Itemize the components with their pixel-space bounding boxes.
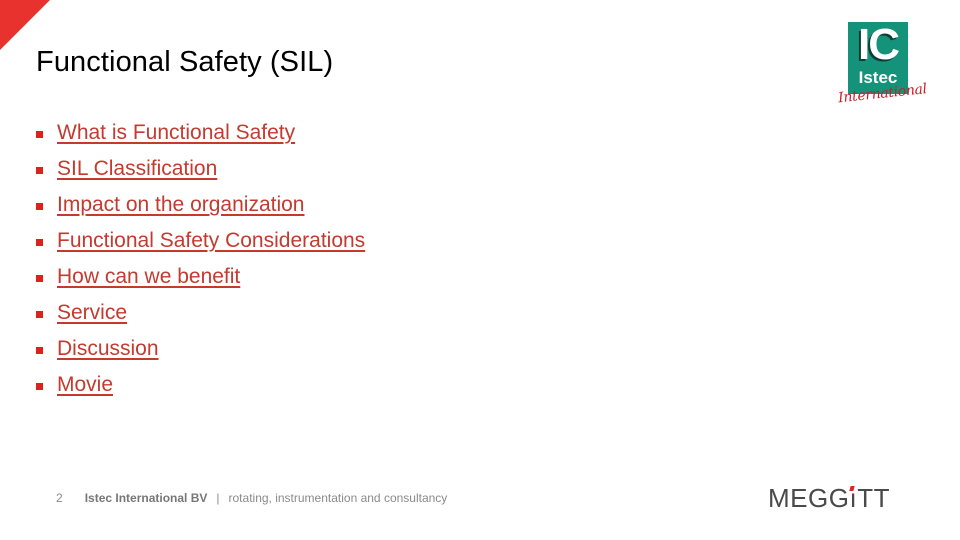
square-bullet-icon	[36, 130, 43, 138]
agenda-link-movie[interactable]: Movie	[57, 373, 113, 397]
agenda-link-service[interactable]: Service	[57, 301, 127, 325]
corner-accent-triangle	[0, 0, 50, 50]
agenda-item: Functional Safety Considerations	[36, 223, 365, 259]
agenda-item: Service	[36, 295, 365, 331]
agenda-link-what-is-functional-safety[interactable]: What is Functional Safety	[57, 121, 295, 145]
square-bullet-icon	[36, 166, 43, 174]
logo-ic-mark: IC	[858, 20, 900, 69]
slide-title: Functional Safety (SIL)	[36, 46, 334, 78]
square-bullet-icon	[36, 202, 43, 210]
meggitt-logo-text-start: MEGG	[768, 483, 850, 513]
agenda-item: Discussion	[36, 331, 365, 367]
agenda-item: SIL Classification	[36, 151, 365, 187]
square-bullet-icon	[36, 346, 43, 354]
meggitt-logo-i: ı	[849, 483, 858, 513]
footer-company: Istec International BV	[84, 491, 208, 505]
slide-footer: 2 Istec International BV | rotating, ins…	[56, 491, 447, 505]
agenda-link-sil-classification[interactable]: SIL Classification	[57, 157, 217, 181]
agenda-item: How can we benefit	[36, 259, 365, 295]
square-bullet-icon	[36, 274, 43, 282]
agenda-item: What is Functional Safety	[36, 115, 365, 151]
agenda-list: What is Functional Safety SIL Classifica…	[36, 115, 365, 403]
agenda-item: Impact on the organization	[36, 187, 365, 223]
meggitt-logo: MEGGıTT	[768, 483, 890, 514]
agenda-item: Movie	[36, 367, 365, 403]
page-number: 2	[56, 491, 63, 505]
agenda-link-benefit[interactable]: How can we benefit	[57, 265, 240, 289]
footer-tagline: rotating, instrumentation and consultanc…	[228, 491, 448, 505]
square-bullet-icon	[36, 238, 43, 246]
square-bullet-icon	[36, 310, 43, 318]
agenda-link-discussion[interactable]: Discussion	[57, 337, 159, 361]
square-bullet-icon	[36, 382, 43, 390]
agenda-link-considerations[interactable]: Functional Safety Considerations	[57, 229, 365, 253]
agenda-link-impact-organization[interactable]: Impact on the organization	[57, 193, 305, 217]
footer-separator: |	[216, 491, 220, 505]
meggitt-logo-text-end: TT	[857, 483, 890, 513]
istec-international-logo: IC Istec International	[837, 20, 927, 106]
